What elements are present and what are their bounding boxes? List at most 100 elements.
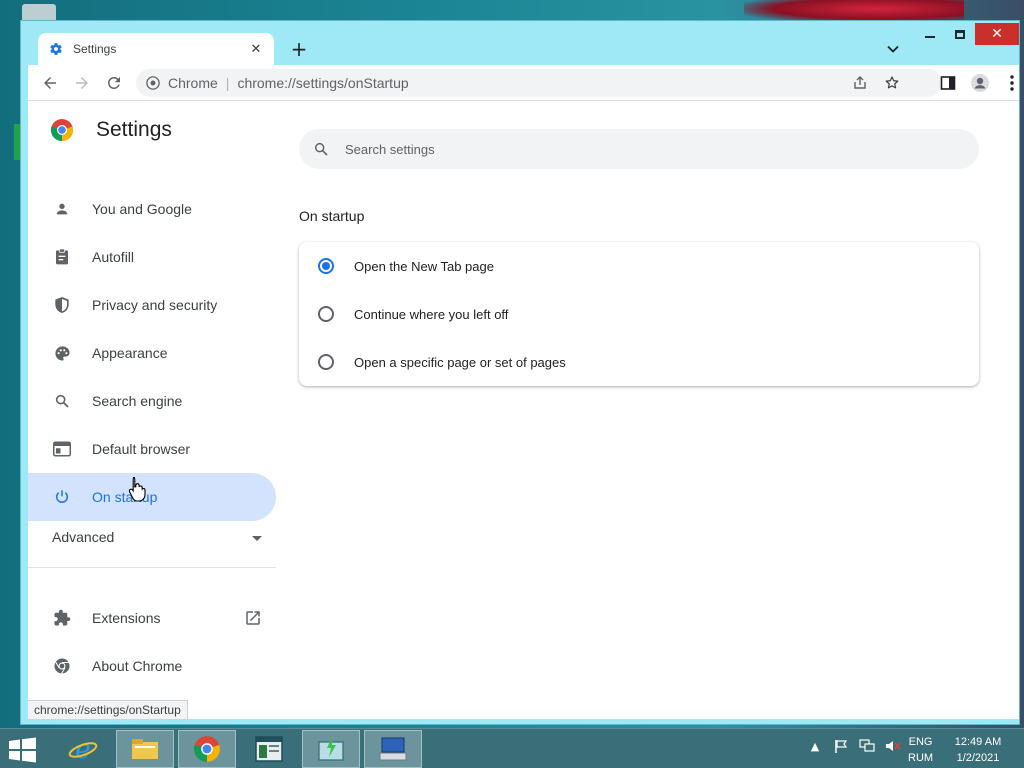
search-input[interactable] (345, 141, 945, 157)
close-window-button[interactable]: ✕ (975, 23, 1019, 45)
settings-brand: Settings (50, 118, 172, 142)
hand-cursor-icon (128, 476, 146, 502)
taskbar-file-explorer[interactable] (116, 730, 174, 768)
option-continue[interactable]: Continue where you left off (299, 290, 979, 338)
forward-button[interactable] (70, 71, 94, 95)
clock-date: 1/2/2021 (956, 752, 1000, 764)
sidebar-item-label: Extensions (92, 610, 161, 626)
keyboard-layout: RUM (908, 752, 934, 764)
tab-search-button[interactable] (883, 39, 903, 59)
clock[interactable]: 12:49 AM 1/2/2021 (948, 734, 1008, 766)
tab-settings[interactable]: Settings ✕ (38, 33, 274, 65)
sidebar-item-autofill[interactable]: Autofill (28, 233, 276, 281)
search-icon (314, 142, 328, 156)
side-panel-icon (940, 76, 956, 90)
sidebar-item-extensions[interactable]: Extensions (28, 594, 276, 642)
chrome-page-icon (146, 76, 160, 90)
sidebar-item-label: Autofill (92, 249, 135, 265)
back-button[interactable] (38, 71, 62, 95)
tab-title: Settings (73, 42, 117, 56)
sidebar-item-on-startup[interactable]: On startup (28, 473, 276, 521)
option-label: Open the New Tab page (354, 258, 494, 274)
address-bar[interactable]: Chrome | chrome://settings/onStartup (136, 69, 942, 97)
network-icon[interactable] (858, 737, 876, 755)
palette-icon (52, 343, 72, 363)
chrome-logo-icon (194, 736, 220, 762)
option-specific-pages[interactable]: Open a specific page or set of pages (299, 338, 979, 386)
windows-start-icon[interactable] (8, 737, 38, 763)
taskbar-ie[interactable]: e (54, 730, 112, 768)
search-icon (52, 391, 72, 411)
system-tray: ▲ (806, 737, 902, 755)
keyboard-icon (379, 737, 407, 761)
option-new-tab[interactable]: Open the New Tab page (299, 242, 979, 290)
sidebar-item-label: On startup (92, 489, 158, 505)
reload-button[interactable] (102, 71, 126, 95)
tab-close-icon[interactable]: ✕ (248, 41, 264, 57)
omnibox-separator: | (225, 75, 230, 91)
arrow-right-icon (76, 77, 88, 89)
side-panel-button[interactable] (936, 71, 960, 95)
minimize-button[interactable] (915, 23, 945, 45)
wallpaper-accent (744, 0, 964, 22)
sidebar-divider (28, 567, 276, 568)
sidebar-item-search-engine[interactable]: Search engine (28, 377, 276, 425)
installer-icon (318, 737, 344, 761)
chrome-outline-icon (52, 656, 72, 676)
status-bubble: chrome://settings/onStartup (28, 700, 188, 720)
input-language[interactable]: ENG RUM (908, 734, 933, 766)
settings-search-box[interactable] (299, 129, 979, 169)
chevron-down-icon (887, 45, 899, 53)
internet-explorer-icon: e (68, 735, 98, 764)
speaker-muted-icon[interactable] (884, 737, 902, 755)
omnibox-url[interactable]: chrome://settings/onStartup (237, 75, 408, 91)
svg-text:e: e (75, 735, 90, 764)
taskbar-keyboard-app[interactable] (364, 730, 422, 768)
maximize-button[interactable] (945, 23, 975, 45)
avatar-icon (971, 74, 989, 92)
caret-down-icon (252, 529, 262, 545)
minimize-icon (925, 36, 935, 38)
profile-button[interactable] (968, 71, 992, 95)
taskbar-chrome[interactable] (178, 730, 236, 768)
flag-icon[interactable] (832, 737, 850, 755)
radio-button[interactable] (318, 258, 334, 274)
sidebar-item-label: About Chrome (92, 658, 183, 674)
sidebar-item-privacy[interactable]: Privacy and security (28, 281, 276, 329)
maximize-icon (955, 29, 965, 39)
omnibox-site-label: Chrome (168, 75, 218, 91)
bookmark-star-icon[interactable] (882, 73, 902, 93)
sidebar-item-about-chrome[interactable]: About Chrome (28, 642, 276, 690)
menu-button[interactable] (1000, 71, 1024, 95)
folder-icon (132, 739, 158, 759)
taskbar: e ▲ ENG RUM 12:49 AM 1/2/2021 (0, 728, 1024, 768)
taskbar-app-window[interactable] (240, 730, 298, 768)
arrow-left-icon (44, 77, 56, 89)
sidebar-item-label: Search engine (92, 393, 183, 409)
advanced-label: Advanced (52, 529, 115, 545)
radio-button[interactable] (318, 306, 334, 322)
kebab-menu-icon (1010, 75, 1014, 91)
new-tab-button[interactable]: + (287, 37, 311, 61)
sidebar-item-appearance[interactable]: Appearance (28, 329, 276, 377)
sidebar-item-you-and-google[interactable]: You and Google (28, 185, 276, 233)
startup-options-card: Open the New Tab page Continue where you… (299, 242, 979, 386)
page-title: Settings (96, 118, 172, 141)
gear-icon (48, 41, 64, 57)
browser-window-icon (52, 439, 72, 459)
person-icon (52, 199, 72, 219)
settings-page: Settings You and Google Autofill Privacy… (28, 101, 1019, 719)
reload-icon (107, 76, 120, 89)
sidebar-item-label: Default browser (92, 441, 191, 457)
option-label: Continue where you left off (354, 306, 509, 322)
radio-button[interactable] (318, 354, 334, 370)
share-icon[interactable] (850, 73, 870, 93)
browser-window: ✕ Settings ✕ + Chrome | chrome://setting… (20, 20, 1020, 725)
advanced-toggle[interactable]: Advanced (52, 525, 262, 549)
tray-expand-icon[interactable]: ▲ (806, 737, 824, 755)
section-title: On startup (299, 208, 365, 224)
browser-toolbar: Chrome | chrome://settings/onStartup (28, 65, 1019, 101)
clock-time: 12:49 AM (954, 736, 1002, 748)
sidebar-item-default-browser[interactable]: Default browser (28, 425, 276, 473)
taskbar-installer[interactable] (302, 730, 360, 768)
